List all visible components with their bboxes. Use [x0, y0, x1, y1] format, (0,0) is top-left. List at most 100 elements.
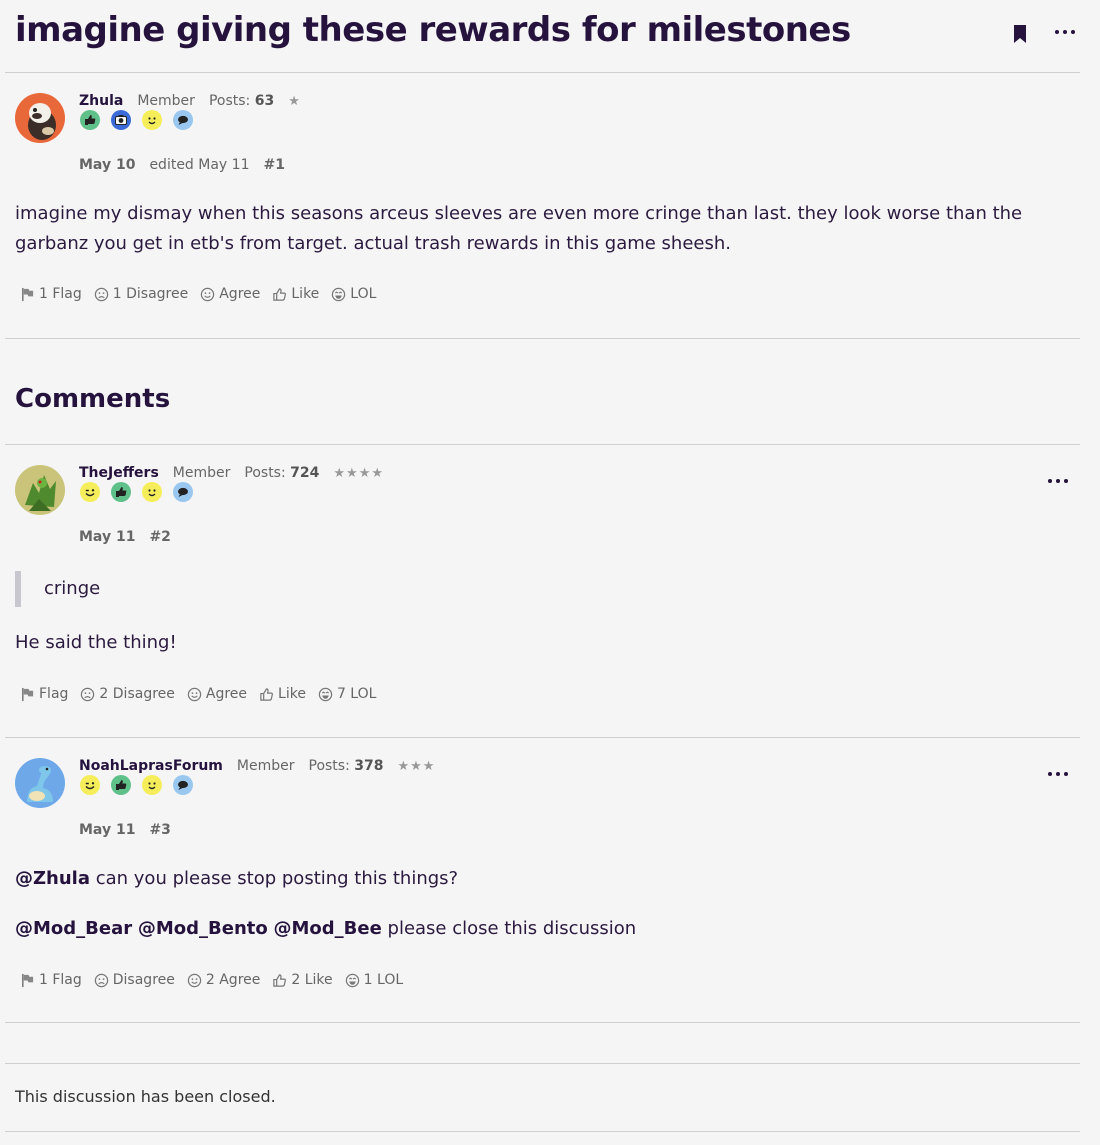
laugh-icon: [345, 973, 360, 988]
post-number[interactable]: #3: [149, 822, 170, 838]
lol-reaction[interactable]: 7 LOL: [318, 686, 376, 702]
flag-icon: [20, 973, 35, 988]
user-role: Member: [137, 93, 195, 109]
laugh-icon: [331, 287, 346, 302]
reactions-bar: 1 Flag 1 Disagree Agree Like LOL: [20, 286, 376, 302]
thumbs-up-icon: [259, 687, 274, 702]
like-reaction[interactable]: Like: [272, 286, 319, 302]
post-date[interactable]: May 11: [79, 529, 135, 545]
author-meta: NoahLaprasForum Member Posts: 378 ★★★: [79, 758, 435, 774]
mention-link[interactable]: @Mod_Bento: [138, 918, 268, 939]
divider: [5, 737, 1080, 738]
flag-reaction[interactable]: 1 Flag: [20, 972, 82, 988]
post-number[interactable]: #1: [263, 157, 284, 173]
page-title: imagine giving these rewards for milesto…: [15, 10, 851, 50]
mention-link[interactable]: @Mod_Bee: [273, 918, 381, 939]
post-body-line-1: @Zhula can you please stop posting this …: [15, 868, 459, 889]
avatar[interactable]: [15, 465, 65, 515]
edited-label: edited May 11: [149, 157, 250, 173]
divider: [5, 1063, 1080, 1064]
divider: [5, 338, 1080, 339]
mention-link[interactable]: @Mod_Bear: [15, 918, 132, 939]
lol-reaction[interactable]: LOL: [331, 286, 376, 302]
closed-notice: This discussion has been closed.: [15, 1087, 276, 1106]
post-number[interactable]: #2: [149, 529, 170, 545]
lol-reaction[interactable]: 1 LOL: [345, 972, 403, 988]
rank-stars: ★: [288, 93, 301, 109]
thumbs-up-badge-icon[interactable]: [110, 481, 132, 503]
thumbs-up-badge-icon[interactable]: [110, 774, 132, 796]
divider: [5, 1131, 1080, 1132]
camera-badge-icon[interactable]: [110, 109, 132, 131]
rank-stars: ★★★★: [333, 465, 385, 481]
thumbs-up-badge-icon[interactable]: [79, 109, 101, 131]
comment-options-icon[interactable]: [1048, 479, 1068, 483]
flag-icon: [20, 287, 35, 302]
rank-stars: ★★★: [397, 758, 436, 774]
laugh-icon: [318, 687, 333, 702]
divider: [5, 444, 1080, 445]
badges: [79, 481, 194, 503]
speech-bubble-badge-icon[interactable]: [172, 774, 194, 796]
user-role: Member: [172, 465, 231, 481]
comment-options-icon[interactable]: [1048, 772, 1068, 776]
flag-icon: [20, 687, 35, 702]
user-role: Member: [236, 758, 295, 774]
discussion-options-icon[interactable]: [1055, 30, 1075, 34]
post-body: imagine my dismay when this seasons arce…: [15, 203, 1023, 254]
post-date[interactable]: May 11: [79, 822, 135, 838]
post-body-line-2: @Mod_Bear @Mod_Bento @Mod_Bee please clo…: [15, 918, 637, 939]
disagree-reaction[interactable]: Disagree: [94, 972, 175, 988]
bookmark-icon[interactable]: [1013, 24, 1027, 44]
frown-icon: [80, 687, 95, 702]
discussion-header: imagine giving these rewards for milesto…: [15, 6, 1075, 56]
speech-bubble-badge-icon[interactable]: [172, 481, 194, 503]
frown-icon: [94, 287, 109, 302]
like-reaction[interactable]: Like: [259, 686, 306, 702]
smile-icon: [187, 973, 202, 988]
post-body: He said the thing!: [15, 632, 177, 653]
thumbs-up-icon: [272, 287, 287, 302]
frown-icon: [94, 973, 109, 988]
post-count: Posts: 63: [208, 93, 275, 109]
agree-reaction[interactable]: 2 Agree: [187, 972, 260, 988]
comments-heading: Comments: [15, 384, 171, 414]
smile-icon: [187, 687, 202, 702]
thumbs-up-icon: [272, 973, 287, 988]
username-link[interactable]: NoahLaprasForum: [79, 758, 223, 774]
speech-bubble-badge-icon[interactable]: [172, 109, 194, 131]
author-meta: TheJeffers Member Posts: 724 ★★★★: [79, 465, 384, 481]
divider: [5, 1022, 1080, 1023]
smiley-badge-icon[interactable]: [141, 481, 163, 503]
agree-reaction[interactable]: Agree: [200, 286, 260, 302]
agree-reaction[interactable]: Agree: [187, 686, 247, 702]
author-meta: Zhula Member Posts: 63 ★: [79, 93, 301, 109]
divider: [5, 72, 1080, 73]
smile-icon: [200, 287, 215, 302]
reactions-bar: 1 Flag Disagree 2 Agree 2 Like 1 LOL: [20, 972, 403, 988]
username-link[interactable]: TheJeffers: [79, 465, 159, 481]
flag-reaction[interactable]: 1 Flag: [20, 286, 82, 302]
reactions-bar: Flag 2 Disagree Agree Like 7 LOL: [20, 686, 376, 702]
blockquote: cringe: [15, 571, 1015, 607]
wink-badge-icon[interactable]: [79, 481, 101, 503]
flag-reaction[interactable]: Flag: [20, 686, 68, 702]
avatar[interactable]: [15, 758, 65, 808]
smiley-badge-icon[interactable]: [141, 109, 163, 131]
post-date[interactable]: May 10: [79, 157, 135, 173]
post-dateline: May 11 #3: [79, 822, 171, 838]
badges: [79, 109, 194, 131]
like-reaction[interactable]: 2 Like: [272, 972, 333, 988]
avatar[interactable]: [15, 93, 65, 143]
disagree-reaction[interactable]: 2 Disagree: [80, 686, 175, 702]
smiley-badge-icon[interactable]: [141, 774, 163, 796]
post-count: Posts: 378: [308, 758, 384, 774]
username-link[interactable]: Zhula: [79, 93, 123, 109]
badges: [79, 774, 194, 796]
wink-badge-icon[interactable]: [79, 774, 101, 796]
post-count: Posts: 724: [244, 465, 320, 481]
disagree-reaction[interactable]: 1 Disagree: [94, 286, 188, 302]
post-dateline: May 10 edited May 11 #1: [79, 157, 285, 173]
mention-link[interactable]: @Zhula: [15, 868, 90, 889]
post-dateline: May 11 #2: [79, 529, 171, 545]
